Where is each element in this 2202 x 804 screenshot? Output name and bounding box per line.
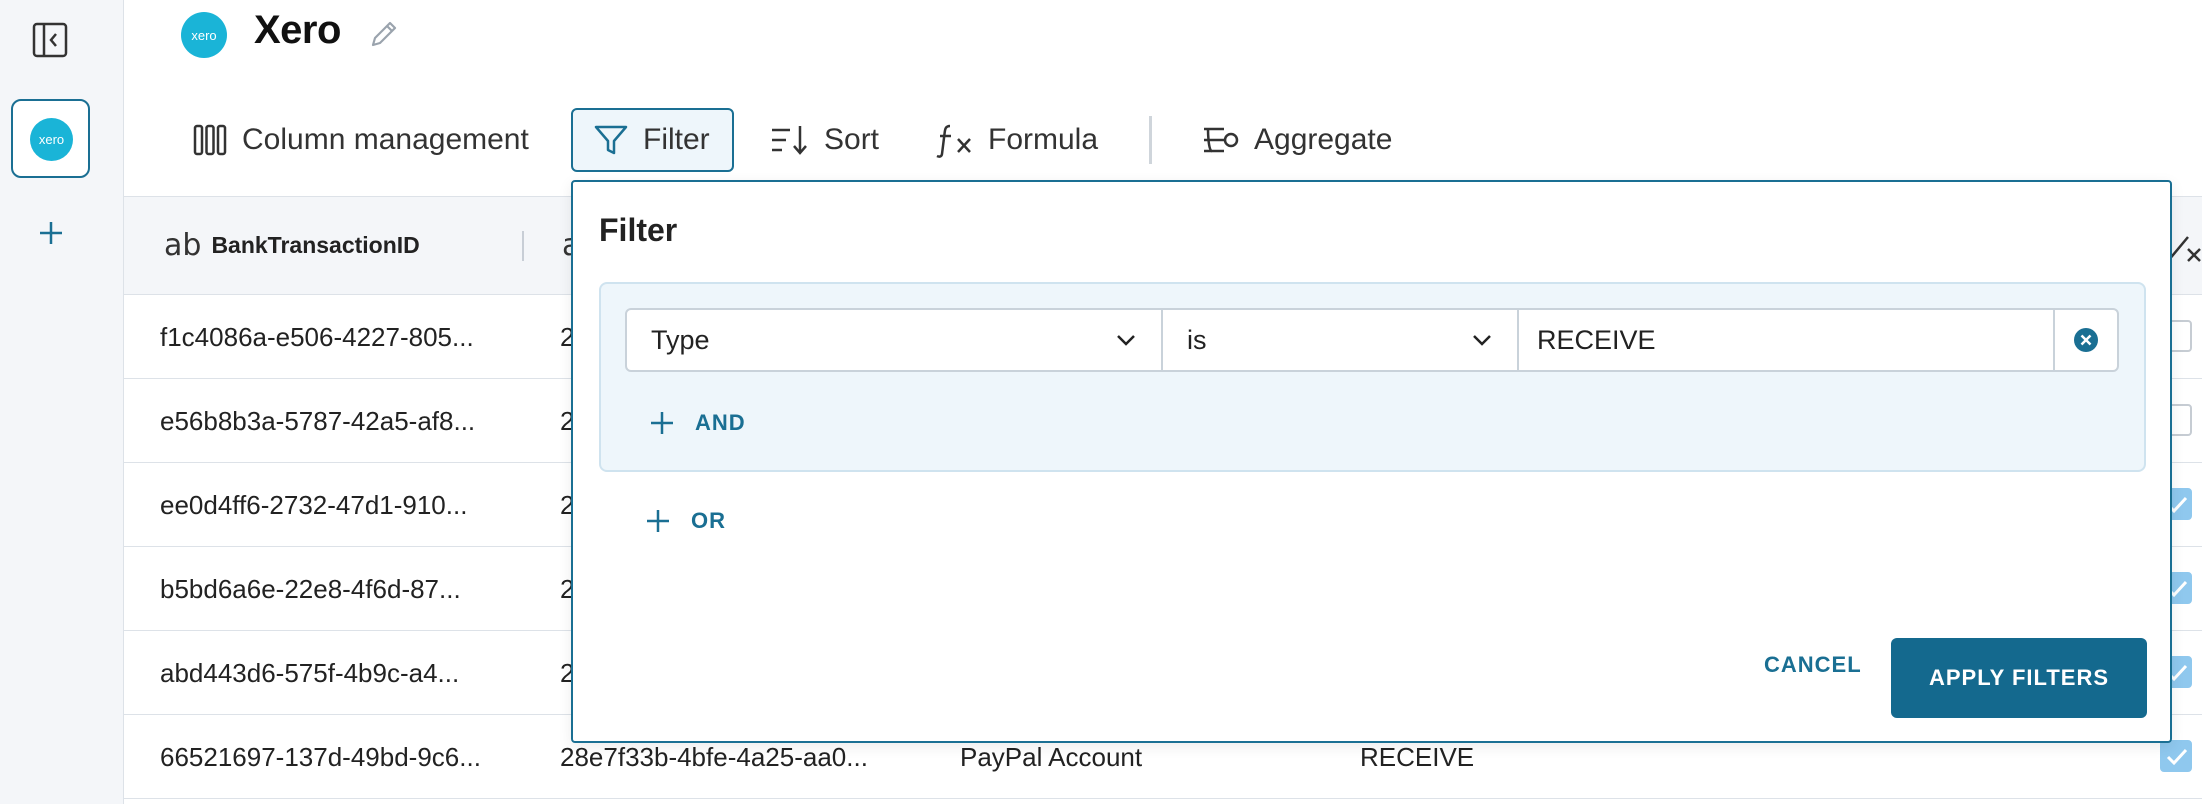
sort-label: Sort — [824, 123, 880, 156]
add-and-condition-button[interactable]: AND — [649, 410, 746, 436]
cell: abd443d6-575f-4b9c-a4... — [160, 657, 460, 688]
add-or-group-button[interactable]: OR — [645, 508, 726, 534]
cell: e56b8b3a-5787-42a5-af8... — [160, 405, 476, 436]
cell: 66521697-137d-49bd-9c6... — [160, 741, 481, 772]
sort-icon — [772, 126, 807, 155]
columns-icon — [193, 124, 227, 156]
formula-icon — [936, 124, 971, 158]
formula-label: Formula — [988, 123, 1099, 156]
aggregate-icon — [1204, 127, 1239, 153]
toolbar-divider — [1149, 116, 1152, 164]
apply-filters-button[interactable]: APPLY FILTERS — [1891, 638, 2147, 718]
column-header-label: BankTransactionID — [211, 232, 420, 258]
sidebar-collapse-icon[interactable] — [32, 22, 68, 58]
xero-logo-text: xero — [191, 27, 217, 43]
xero-logo-text: xero — [38, 132, 65, 147]
clear-value-button[interactable] — [2055, 310, 2117, 370]
filter-condition-group: Type is AND — [599, 282, 2146, 472]
operator-select-value: is — [1187, 324, 1207, 355]
cell: f1c4086a-e506-4227-805... — [160, 321, 474, 352]
column-management-button[interactable]: Column management — [192, 108, 529, 172]
filter-button[interactable]: Filter — [571, 108, 734, 172]
filter-condition-row: Type is — [625, 308, 2119, 372]
cancel-button[interactable]: CANCEL — [1764, 652, 1862, 678]
page-title: Xero — [254, 8, 341, 52]
filter-icon — [594, 125, 628, 155]
field-select-value: Type — [651, 324, 710, 355]
sort-button[interactable]: Sort — [770, 108, 879, 172]
xero-logo-icon: xero — [181, 12, 227, 58]
filter-panel-title: Filter — [599, 212, 678, 248]
aggregate-label: Aggregate — [1254, 123, 1393, 156]
check-icon — [2166, 748, 2188, 766]
source-xero-button[interactable]: xero — [11, 99, 90, 178]
close-circle-icon — [2074, 328, 2098, 352]
filter-value-input[interactable] — [1519, 310, 2055, 370]
edit-title-icon[interactable] — [366, 16, 402, 52]
cell: b5bd6a6e-22e8-4f6d-87... — [160, 573, 461, 604]
left-rail: xero — [0, 0, 124, 804]
column-management-label: Column management — [242, 123, 529, 156]
plus-icon — [40, 222, 62, 244]
field-select[interactable]: Type — [627, 310, 1163, 370]
text-type-icon: ab — [164, 228, 202, 263]
xero-logo-icon: xero — [30, 118, 73, 161]
column-header-banktransactionid[interactable]: ab BankTransactionID — [164, 197, 420, 294]
chevron-down-icon — [1473, 335, 1491, 346]
plus-icon — [647, 510, 669, 532]
operator-select[interactable]: is — [1163, 310, 1519, 370]
and-label: AND — [695, 410, 746, 435]
filter-panel: Filter Type is AND OR CANCEL APPLY FILTE… — [571, 180, 2172, 743]
chevron-down-icon — [1117, 335, 1135, 346]
filter-label: Filter — [643, 123, 710, 156]
formula-button[interactable]: Formula — [936, 108, 1098, 172]
column-resize-handle[interactable] — [522, 231, 524, 261]
add-source-button[interactable] — [36, 218, 66, 248]
aggregate-button[interactable]: Aggregate — [1202, 108, 1392, 172]
plus-icon — [651, 412, 673, 434]
row-checkbox[interactable] — [2160, 740, 2192, 772]
or-label: OR — [691, 508, 726, 533]
cell: ee0d4ff6-2732-47d1-910... — [160, 489, 468, 520]
